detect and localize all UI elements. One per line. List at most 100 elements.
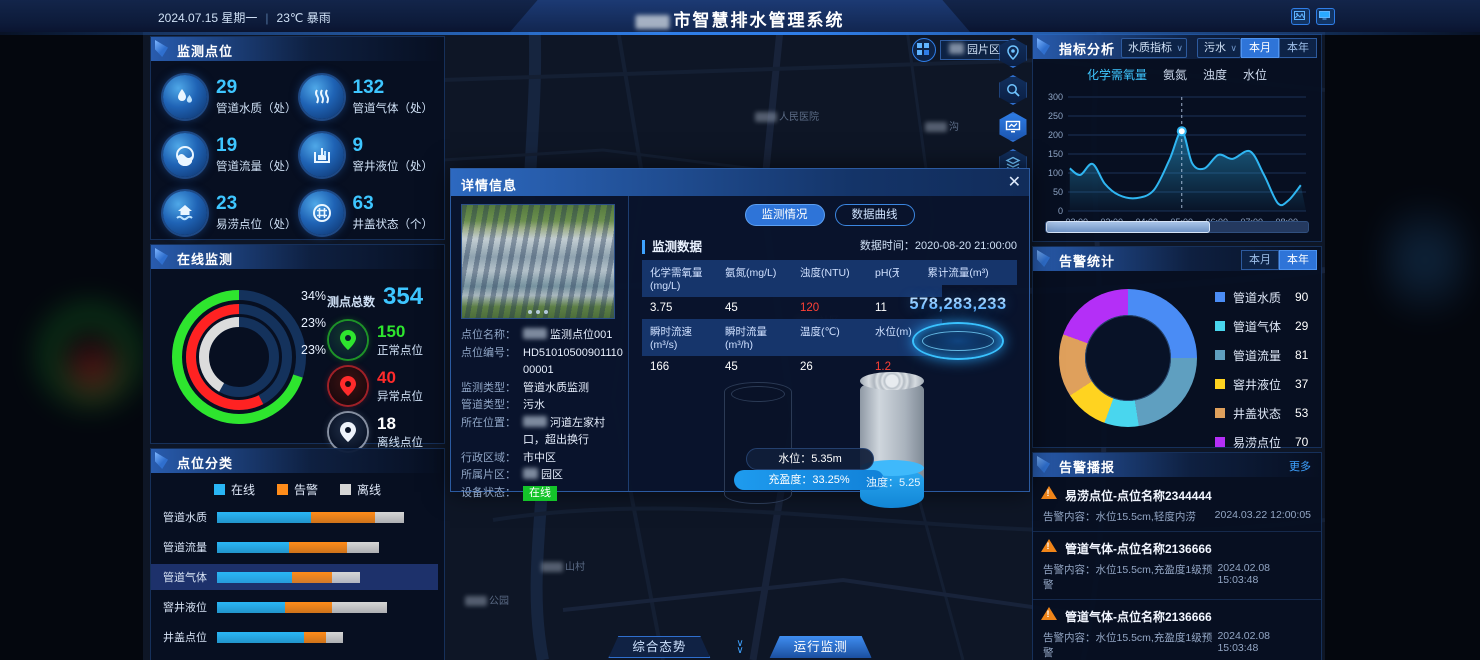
legend-item[interactable]: 窨井液位37: [1215, 372, 1308, 396]
total-flow-widget: 累计流量(m³) 578,283,233: [899, 260, 1017, 360]
svg-text:150: 150: [1048, 149, 1063, 159]
map-tools: [998, 38, 1028, 186]
chevron-down-icon[interactable]: ∨∨: [736, 640, 743, 654]
indicator-line-chart: 05010015020025030002:0003:0004:0005:0006…: [1038, 85, 1316, 235]
tab-operation-monitor[interactable]: 运行监测: [770, 636, 872, 658]
tab-data-curve[interactable]: 数据曲线: [835, 204, 915, 226]
monitor-point-stats: 29管道水质（处） 132管道气体（处） 19管道流量（处） 9窨井液位（处） …: [151, 61, 444, 235]
cell-value: 3.75: [642, 297, 717, 319]
stat-well-level[interactable]: 9窨井液位（处）: [300, 133, 437, 177]
search-tool-button[interactable]: [998, 75, 1028, 105]
legend-item[interactable]: 井盖状态53: [1215, 401, 1308, 425]
field-row: 所在位置：河道左家村口，超出换行: [461, 415, 628, 450]
city-logo: [636, 15, 670, 29]
month-button[interactable]: 本月: [1241, 250, 1279, 270]
stat-flood-point[interactable]: 23 易涝点位（处）: [163, 191, 300, 235]
page-title: 市智慧排水管理系统: [636, 6, 845, 31]
picture-icon[interactable]: [1291, 8, 1310, 25]
alarm-item[interactable]: 易涝点位-点位名称2344444 告警内容：水位15.5cm,轻度内涝2024.…: [1033, 479, 1321, 532]
svg-text:250: 250: [1048, 111, 1063, 121]
bar-row[interactable]: 易涝点位: [163, 656, 430, 660]
bar-legend-item[interactable]: 在线: [214, 481, 255, 498]
year-button[interactable]: 本年: [1279, 250, 1317, 270]
datazoom-slider[interactable]: [1045, 221, 1309, 233]
site-fields: 点位名称：监测点位001 点位编号：HD5101050090111000001 …: [461, 327, 628, 502]
map-place-label: 沟: [925, 118, 959, 133]
photo-carousel-dots[interactable]: [528, 310, 548, 314]
monitor-tool-button[interactable]: [998, 112, 1028, 142]
total-flow-value: 578,283,233: [899, 295, 1017, 314]
tab-overall-situation[interactable]: 综合态势: [608, 636, 710, 658]
stat-value: 19: [216, 136, 297, 156]
svg-text:100: 100: [1048, 168, 1063, 178]
site-photo[interactable]: [461, 204, 615, 319]
col-header: 瞬时流量(m³/h): [717, 319, 792, 356]
year-button[interactable]: 本年: [1279, 38, 1317, 58]
fullness-pill: 充盈度：33.25%: [734, 470, 884, 490]
total-points-label: 测点总数: [327, 293, 375, 310]
tab-turbidity[interactable]: 浊度: [1203, 66, 1227, 83]
bar-legend-item[interactable]: 离线: [340, 481, 381, 498]
monitor-data-table: 化学需氧量(mg/L) 氨氮(mg/L) 浊度(NTU) pH(无量纲) 3.7…: [642, 260, 942, 378]
edge-glow-green: [30, 290, 150, 420]
bar-row[interactable]: 管道气体: [163, 566, 430, 588]
well-level-icon: [300, 133, 344, 177]
legend-item[interactable]: 管道流量81: [1215, 343, 1308, 367]
bar-row[interactable]: 管道流量: [163, 536, 430, 558]
panel-header: 点位分类: [151, 449, 444, 473]
locate-tool-button[interactable]: [998, 38, 1028, 68]
stat-label: 井盖状态（个）: [353, 216, 434, 232]
offline-points-stat[interactable]: 18离线点位: [329, 413, 423, 451]
app-header: 市智慧排水管理系统 2024.07.15 星期一|23℃ 暴雨: [0, 0, 1480, 32]
stat-value: 23: [216, 194, 297, 214]
date-text: 2024.07.15 星期一: [158, 11, 257, 25]
panel-title: 指标分析: [1059, 39, 1115, 58]
normal-pin-icon: [329, 321, 367, 359]
tab-cod[interactable]: 化学需氧量: [1087, 66, 1147, 83]
cell-value: 26: [792, 356, 867, 378]
close-icon[interactable]: ✕: [1008, 172, 1021, 192]
tab-water-level[interactable]: 水位: [1243, 66, 1267, 83]
stat-pipe-water-quality[interactable]: 29管道水质（处）: [163, 75, 300, 119]
cell-value: 45: [717, 297, 792, 319]
stat-label: 正常点位: [377, 342, 423, 358]
total-flow-label: 累计流量(m³): [899, 260, 1017, 285]
map-place-label: 公园: [465, 592, 509, 607]
panel-header: 指标分析 水质指标 污水 本月 本年: [1033, 35, 1321, 59]
weather-text: 23℃ 暴雨: [277, 11, 331, 25]
stat-value: 9: [353, 136, 434, 156]
screen-icon[interactable]: [1316, 8, 1335, 25]
legend-item[interactable]: 管道气体29: [1215, 314, 1308, 338]
normal-points-stat[interactable]: 150正常点位: [329, 321, 423, 359]
bar-row[interactable]: 井盖点位: [163, 626, 430, 648]
month-button[interactable]: 本月: [1241, 38, 1279, 58]
abnormal-points-stat[interactable]: 40异常点位: [329, 367, 423, 405]
modal-right-column: 监测情况 数据曲线 监测数据 数据时间：2020-08-20 21:00:00 …: [630, 196, 1029, 491]
water-type-select[interactable]: 污水: [1197, 38, 1241, 58]
water-level-pill: 水位：5.35m: [746, 448, 874, 470]
detail-modal: 详情信息 ✕ 点位名称：监测点位001 点位编号：HD5101050090111…: [450, 168, 1030, 492]
stat-manhole-status[interactable]: 63井盖状态（个）: [300, 191, 437, 235]
legend-item[interactable]: 管道水质90: [1215, 285, 1308, 309]
stat-pipe-flow[interactable]: 19管道流量（处）: [163, 133, 300, 177]
total-points-value: 354: [383, 283, 423, 311]
stat-label: 易涝点位（处）: [216, 216, 297, 232]
alarm-item[interactable]: 管道气体-点位名称2136666 告警内容：水位15.5cm,充盈度1级预警20…: [1033, 532, 1321, 600]
svg-text:300: 300: [1048, 92, 1063, 102]
stat-pipe-gas[interactable]: 132管道气体（处）: [300, 75, 437, 119]
tab-nh3n[interactable]: 氨氮: [1163, 66, 1187, 83]
more-link[interactable]: 更多: [1289, 458, 1311, 474]
legend-item[interactable]: 易涝点位70: [1215, 430, 1308, 454]
turbidity-label: 浊度：5.25: [866, 474, 920, 490]
col-header: 化学需氧量(mg/L): [642, 260, 717, 297]
alarm-item[interactable]: 管道气体-点位名称2136666 告警内容：水位15.5cm,充盈度1级预警20…: [1033, 600, 1321, 660]
field-row: 行政区域：市中区: [461, 450, 628, 468]
bar-row[interactable]: 管道水质: [163, 506, 430, 528]
tab-monitor-status[interactable]: 监测情况: [745, 204, 825, 226]
bar-row[interactable]: 窨井液位: [163, 596, 430, 618]
panel-title: 告警统计: [1059, 251, 1115, 270]
indicator-type-select[interactable]: 水质指标: [1121, 38, 1187, 58]
district-selector[interactable]: 园片区: [912, 40, 1009, 60]
bar-legend-item[interactable]: 告警: [277, 481, 318, 498]
stat-value: 18: [377, 415, 423, 433]
